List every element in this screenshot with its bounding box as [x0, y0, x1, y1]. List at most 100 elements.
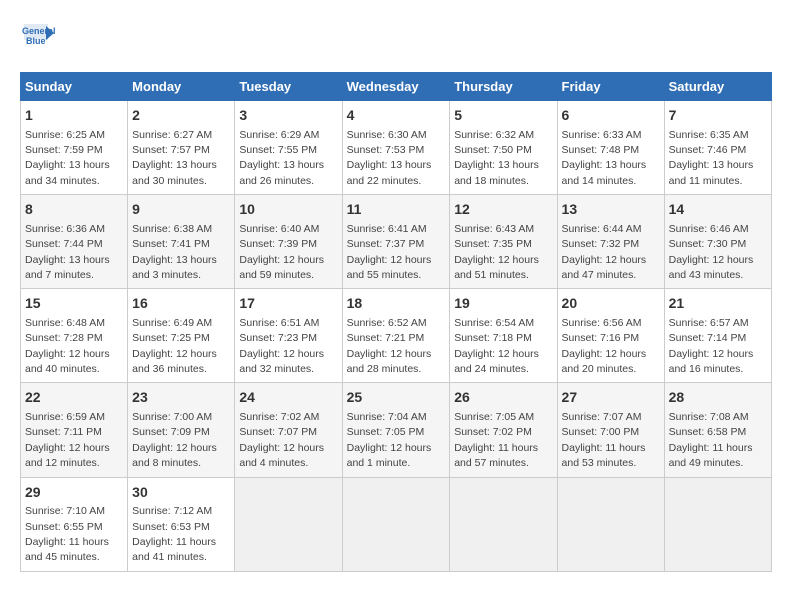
day-info: Sunrise: 6:57 AM Sunset: 7:14 PM Dayligh… — [669, 317, 754, 375]
day-number: 9 — [132, 200, 230, 220]
calendar-cell: 18 Sunrise: 6:52 AM Sunset: 7:21 PM Dayli… — [342, 289, 450, 383]
day-number: 18 — [347, 294, 446, 314]
logo: General Blue — [20, 20, 60, 56]
day-number: 16 — [132, 294, 230, 314]
day-number: 30 — [132, 483, 230, 503]
day-info: Sunrise: 6:48 AM Sunset: 7:28 PM Dayligh… — [25, 317, 110, 375]
weekday-header-saturday: Saturday — [664, 73, 771, 101]
day-number: 12 — [454, 200, 552, 220]
weekday-header-thursday: Thursday — [450, 73, 557, 101]
day-number: 22 — [25, 388, 123, 408]
day-number: 5 — [454, 106, 552, 126]
weekday-header-wednesday: Wednesday — [342, 73, 450, 101]
calendar-cell: 15 Sunrise: 6:48 AM Sunset: 7:28 PM Dayli… — [21, 289, 128, 383]
calendar-cell: 26 Sunrise: 7:05 AM Sunset: 7:02 PM Dayli… — [450, 383, 557, 477]
day-info: Sunrise: 6:29 AM Sunset: 7:55 PM Dayligh… — [239, 129, 324, 187]
calendar-cell: 2 Sunrise: 6:27 AM Sunset: 7:57 PM Daylig… — [128, 101, 235, 195]
weekday-header-monday: Monday — [128, 73, 235, 101]
calendar-cell: 17 Sunrise: 6:51 AM Sunset: 7:23 PM Dayli… — [235, 289, 342, 383]
calendar-week-row: 8Sunrise: 6:36 AM Sunset: 7:44 PM Daylig… — [21, 195, 772, 289]
calendar-cell: 22 Sunrise: 6:59 AM Sunset: 7:11 PM Dayli… — [21, 383, 128, 477]
calendar-cell — [342, 477, 450, 571]
day-number: 10 — [239, 200, 337, 220]
day-info: Sunrise: 7:05 AM Sunset: 7:02 PM Dayligh… — [454, 411, 538, 469]
weekday-header-tuesday: Tuesday — [235, 73, 342, 101]
calendar-cell: 3Sunrise: 6:29 AM Sunset: 7:55 PM Daylig… — [235, 101, 342, 195]
day-info: Sunrise: 6:33 AM Sunset: 7:48 PM Dayligh… — [562, 129, 647, 187]
day-number: 24 — [239, 388, 337, 408]
calendar-week-row: 22 Sunrise: 6:59 AM Sunset: 7:11 PM Dayli… — [21, 383, 772, 477]
day-number: 4 — [347, 106, 446, 126]
calendar-cell: 14 Sunrise: 6:46 AM Sunset: 7:30 PM Dayli… — [664, 195, 771, 289]
calendar-cell: 24 Sunrise: 7:02 AM Sunset: 7:07 PM Dayli… — [235, 383, 342, 477]
day-number: 23 — [132, 388, 230, 408]
day-info: Sunrise: 6:46 AM Sunset: 7:30 PM Dayligh… — [669, 223, 754, 281]
calendar-cell: 13Sunrise: 6:44 AM Sunset: 7:32 PM Dayli… — [557, 195, 664, 289]
day-number: 28 — [669, 388, 767, 408]
day-info: Sunrise: 6:52 AM Sunset: 7:21 PM Dayligh… — [347, 317, 432, 375]
calendar-cell: 6 Sunrise: 6:33 AM Sunset: 7:48 PM Daylig… — [557, 101, 664, 195]
calendar-cell — [664, 477, 771, 571]
calendar-cell: 27 Sunrise: 7:07 AM Sunset: 7:00 PM Dayli… — [557, 383, 664, 477]
weekday-header-sunday: Sunday — [21, 73, 128, 101]
calendar-cell: 25Sunrise: 7:04 AM Sunset: 7:05 PM Dayli… — [342, 383, 450, 477]
day-info: Sunrise: 6:49 AM Sunset: 7:25 PM Dayligh… — [132, 317, 217, 375]
day-number: 26 — [454, 388, 552, 408]
day-number: 21 — [669, 294, 767, 314]
day-info: Sunrise: 7:12 AM Sunset: 6:53 PM Dayligh… — [132, 505, 216, 563]
day-number: 17 — [239, 294, 337, 314]
svg-text:Blue: Blue — [26, 36, 46, 46]
day-info: Sunrise: 6:41 AM Sunset: 7:37 PM Dayligh… — [347, 223, 432, 281]
weekday-header-friday: Friday — [557, 73, 664, 101]
day-number: 11 — [347, 200, 446, 220]
calendar-week-row: 1 Sunrise: 6:25 AM Sunset: 7:59 PM Daylig… — [21, 101, 772, 195]
day-info: Sunrise: 6:44 AM Sunset: 7:32 PM Dayligh… — [562, 223, 647, 281]
weekday-header-row: SundayMondayTuesdayWednesdayThursdayFrid… — [21, 73, 772, 101]
day-info: Sunrise: 6:35 AM Sunset: 7:46 PM Dayligh… — [669, 129, 754, 187]
day-info: Sunrise: 7:04 AM Sunset: 7:05 PM Dayligh… — [347, 411, 432, 469]
day-info: Sunrise: 7:00 AM Sunset: 7:09 PM Dayligh… — [132, 411, 217, 469]
day-number: 29 — [25, 483, 123, 503]
day-info: Sunrise: 6:27 AM Sunset: 7:57 PM Dayligh… — [132, 129, 217, 187]
calendar-cell: 9 Sunrise: 6:38 AM Sunset: 7:41 PM Daylig… — [128, 195, 235, 289]
day-number: 6 — [562, 106, 660, 126]
day-number: 14 — [669, 200, 767, 220]
day-number: 1 — [25, 106, 123, 126]
day-info: Sunrise: 7:10 AM Sunset: 6:55 PM Dayligh… — [25, 505, 109, 563]
day-info: Sunrise: 6:38 AM Sunset: 7:41 PM Dayligh… — [132, 223, 217, 281]
logo-icon: General Blue — [20, 20, 56, 56]
day-info: Sunrise: 6:43 AM Sunset: 7:35 PM Dayligh… — [454, 223, 539, 281]
calendar-week-row: 15 Sunrise: 6:48 AM Sunset: 7:28 PM Dayli… — [21, 289, 772, 383]
day-info: Sunrise: 7:02 AM Sunset: 7:07 PM Dayligh… — [239, 411, 324, 469]
day-info: Sunrise: 6:25 AM Sunset: 7:59 PM Dayligh… — [25, 129, 110, 187]
day-info: Sunrise: 6:54 AM Sunset: 7:18 PM Dayligh… — [454, 317, 539, 375]
calendar-cell: 4Sunrise: 6:30 AM Sunset: 7:53 PM Daylig… — [342, 101, 450, 195]
day-number: 7 — [669, 106, 767, 126]
calendar-cell: 28 Sunrise: 7:08 AM Sunset: 6:58 PM Dayli… — [664, 383, 771, 477]
calendar-cell: 10Sunrise: 6:40 AM Sunset: 7:39 PM Dayli… — [235, 195, 342, 289]
calendar-cell: 19 Sunrise: 6:54 AM Sunset: 7:18 PM Dayli… — [450, 289, 557, 383]
day-number: 2 — [132, 106, 230, 126]
calendar-cell: 12 Sunrise: 6:43 AM Sunset: 7:35 PM Dayli… — [450, 195, 557, 289]
calendar-cell: 20Sunrise: 6:56 AM Sunset: 7:16 PM Dayli… — [557, 289, 664, 383]
day-info: Sunrise: 6:32 AM Sunset: 7:50 PM Dayligh… — [454, 129, 539, 187]
calendar-cell: 11 Sunrise: 6:41 AM Sunset: 7:37 PM Dayli… — [342, 195, 450, 289]
calendar-cell: 8Sunrise: 6:36 AM Sunset: 7:44 PM Daylig… — [21, 195, 128, 289]
calendar-cell: 21 Sunrise: 6:57 AM Sunset: 7:14 PM Dayli… — [664, 289, 771, 383]
day-info: Sunrise: 7:08 AM Sunset: 6:58 PM Dayligh… — [669, 411, 753, 469]
day-number: 27 — [562, 388, 660, 408]
calendar-cell — [450, 477, 557, 571]
calendar-cell — [235, 477, 342, 571]
day-info: Sunrise: 6:59 AM Sunset: 7:11 PM Dayligh… — [25, 411, 110, 469]
calendar-cell: 1 Sunrise: 6:25 AM Sunset: 7:59 PM Daylig… — [21, 101, 128, 195]
calendar-cell — [557, 477, 664, 571]
day-number: 15 — [25, 294, 123, 314]
day-info: Sunrise: 6:51 AM Sunset: 7:23 PM Dayligh… — [239, 317, 324, 375]
calendar-cell: 5 Sunrise: 6:32 AM Sunset: 7:50 PM Daylig… — [450, 101, 557, 195]
day-info: Sunrise: 7:07 AM Sunset: 7:00 PM Dayligh… — [562, 411, 646, 469]
day-number: 8 — [25, 200, 123, 220]
page-header: General Blue — [20, 20, 772, 56]
day-number: 20 — [562, 294, 660, 314]
day-number: 19 — [454, 294, 552, 314]
calendar-cell: 29Sunrise: 7:10 AM Sunset: 6:55 PM Dayli… — [21, 477, 128, 571]
